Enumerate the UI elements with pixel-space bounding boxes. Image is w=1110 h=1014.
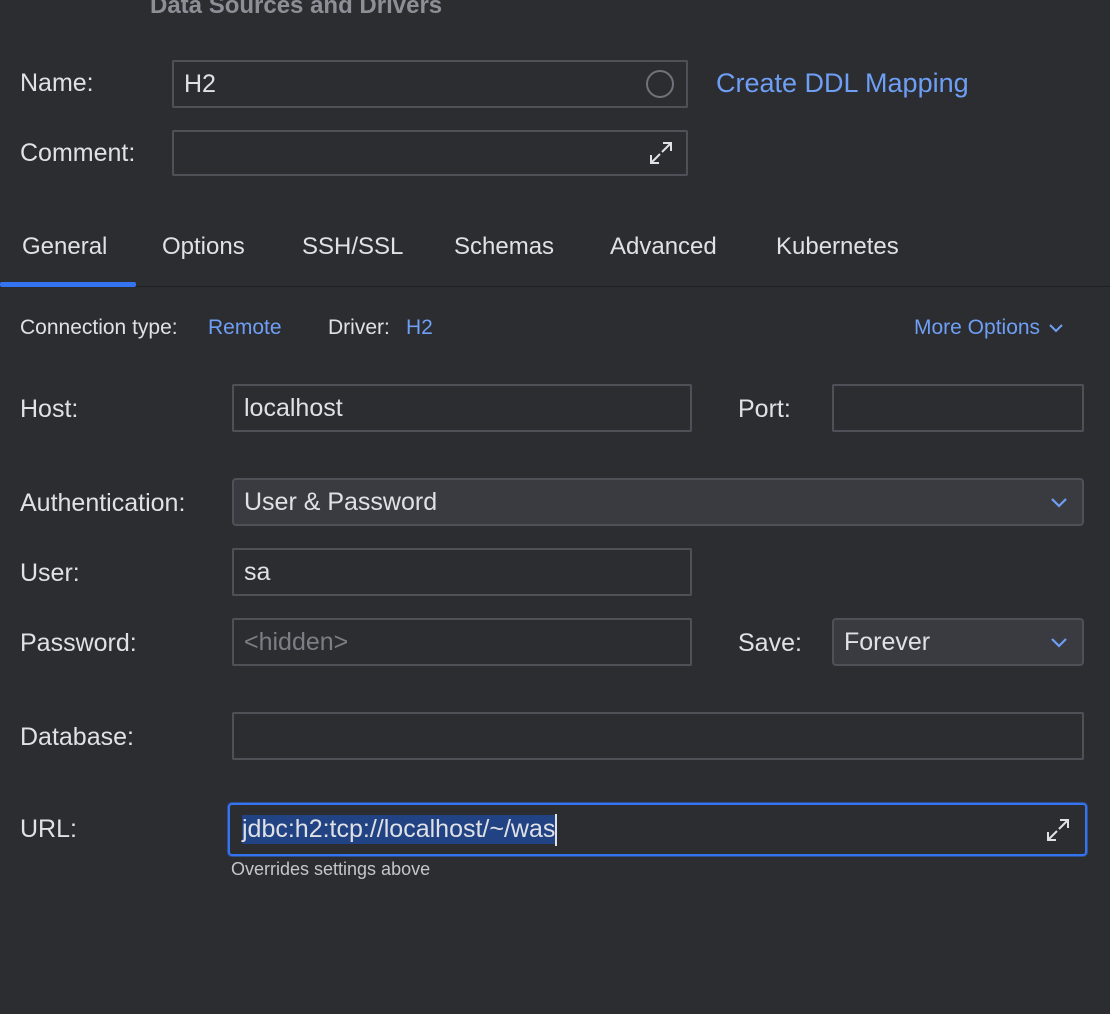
- comment-input[interactable]: [172, 130, 688, 176]
- host-input[interactable]: localhost: [232, 384, 692, 432]
- expand-icon[interactable]: [1045, 817, 1071, 843]
- driver-link[interactable]: H2: [406, 315, 433, 341]
- tab-advanced[interactable]: Advanced: [610, 232, 717, 262]
- color-circle-icon[interactable]: [646, 70, 674, 98]
- save-value: Forever: [844, 627, 931, 656]
- more-options-label: More Options: [914, 316, 1041, 339]
- authentication-label: Authentication:: [20, 489, 186, 517]
- tab-ssh-ssl[interactable]: SSH/SSL: [302, 232, 403, 262]
- name-value: H2: [184, 69, 216, 98]
- password-label: Password:: [20, 629, 137, 657]
- port-label: Port:: [738, 395, 791, 423]
- url-hint: Overrides settings above: [231, 859, 431, 879]
- chevron-down-icon: [1050, 637, 1068, 648]
- url-input[interactable]: jdbc:h2:tcp://localhost/~/was: [228, 803, 1087, 856]
- database-input[interactable]: [232, 712, 1084, 760]
- dialog-title: Data Sources and Drivers: [150, 0, 443, 19]
- tab-schemas[interactable]: Schemas: [454, 232, 554, 262]
- url-label: URL:: [20, 815, 77, 843]
- create-ddl-mapping-link[interactable]: Create DDL Mapping: [716, 68, 969, 99]
- password-input[interactable]: <hidden>: [232, 618, 692, 666]
- user-input[interactable]: sa: [232, 548, 692, 596]
- tab-kubernetes[interactable]: Kubernetes: [776, 232, 899, 262]
- connection-type-label: Connection type:: [20, 316, 178, 339]
- tab-options[interactable]: Options: [162, 232, 245, 262]
- text-caret: [555, 813, 558, 846]
- host-label: Host:: [20, 395, 79, 423]
- chevron-down-icon: [1050, 497, 1068, 508]
- connection-type-link[interactable]: Remote: [208, 315, 282, 341]
- comment-label: Comment:: [20, 139, 136, 167]
- user-label: User:: [20, 559, 80, 587]
- authentication-value: User & Password: [244, 487, 438, 516]
- url-value: jdbc:h2:tcp://localhost/~/was: [242, 815, 556, 844]
- chevron-down-icon: [1048, 323, 1064, 333]
- save-select[interactable]: Forever: [832, 618, 1084, 666]
- port-input[interactable]: [832, 384, 1084, 432]
- more-options-link[interactable]: More Options: [914, 315, 1064, 341]
- tab-divider: [0, 286, 1110, 287]
- password-placeholder: <hidden>: [244, 627, 349, 656]
- database-label: Database:: [20, 723, 134, 751]
- driver-label: Driver:: [328, 316, 390, 339]
- authentication-select[interactable]: User & Password: [232, 478, 1084, 526]
- user-value: sa: [244, 557, 271, 586]
- expand-icon[interactable]: [648, 140, 674, 166]
- tab-general[interactable]: General: [22, 232, 107, 262]
- host-value: localhost: [244, 393, 343, 422]
- name-input[interactable]: H2: [172, 60, 688, 108]
- save-label: Save:: [738, 629, 802, 657]
- name-label: Name:: [20, 69, 94, 97]
- active-tab-indicator: [0, 282, 136, 287]
